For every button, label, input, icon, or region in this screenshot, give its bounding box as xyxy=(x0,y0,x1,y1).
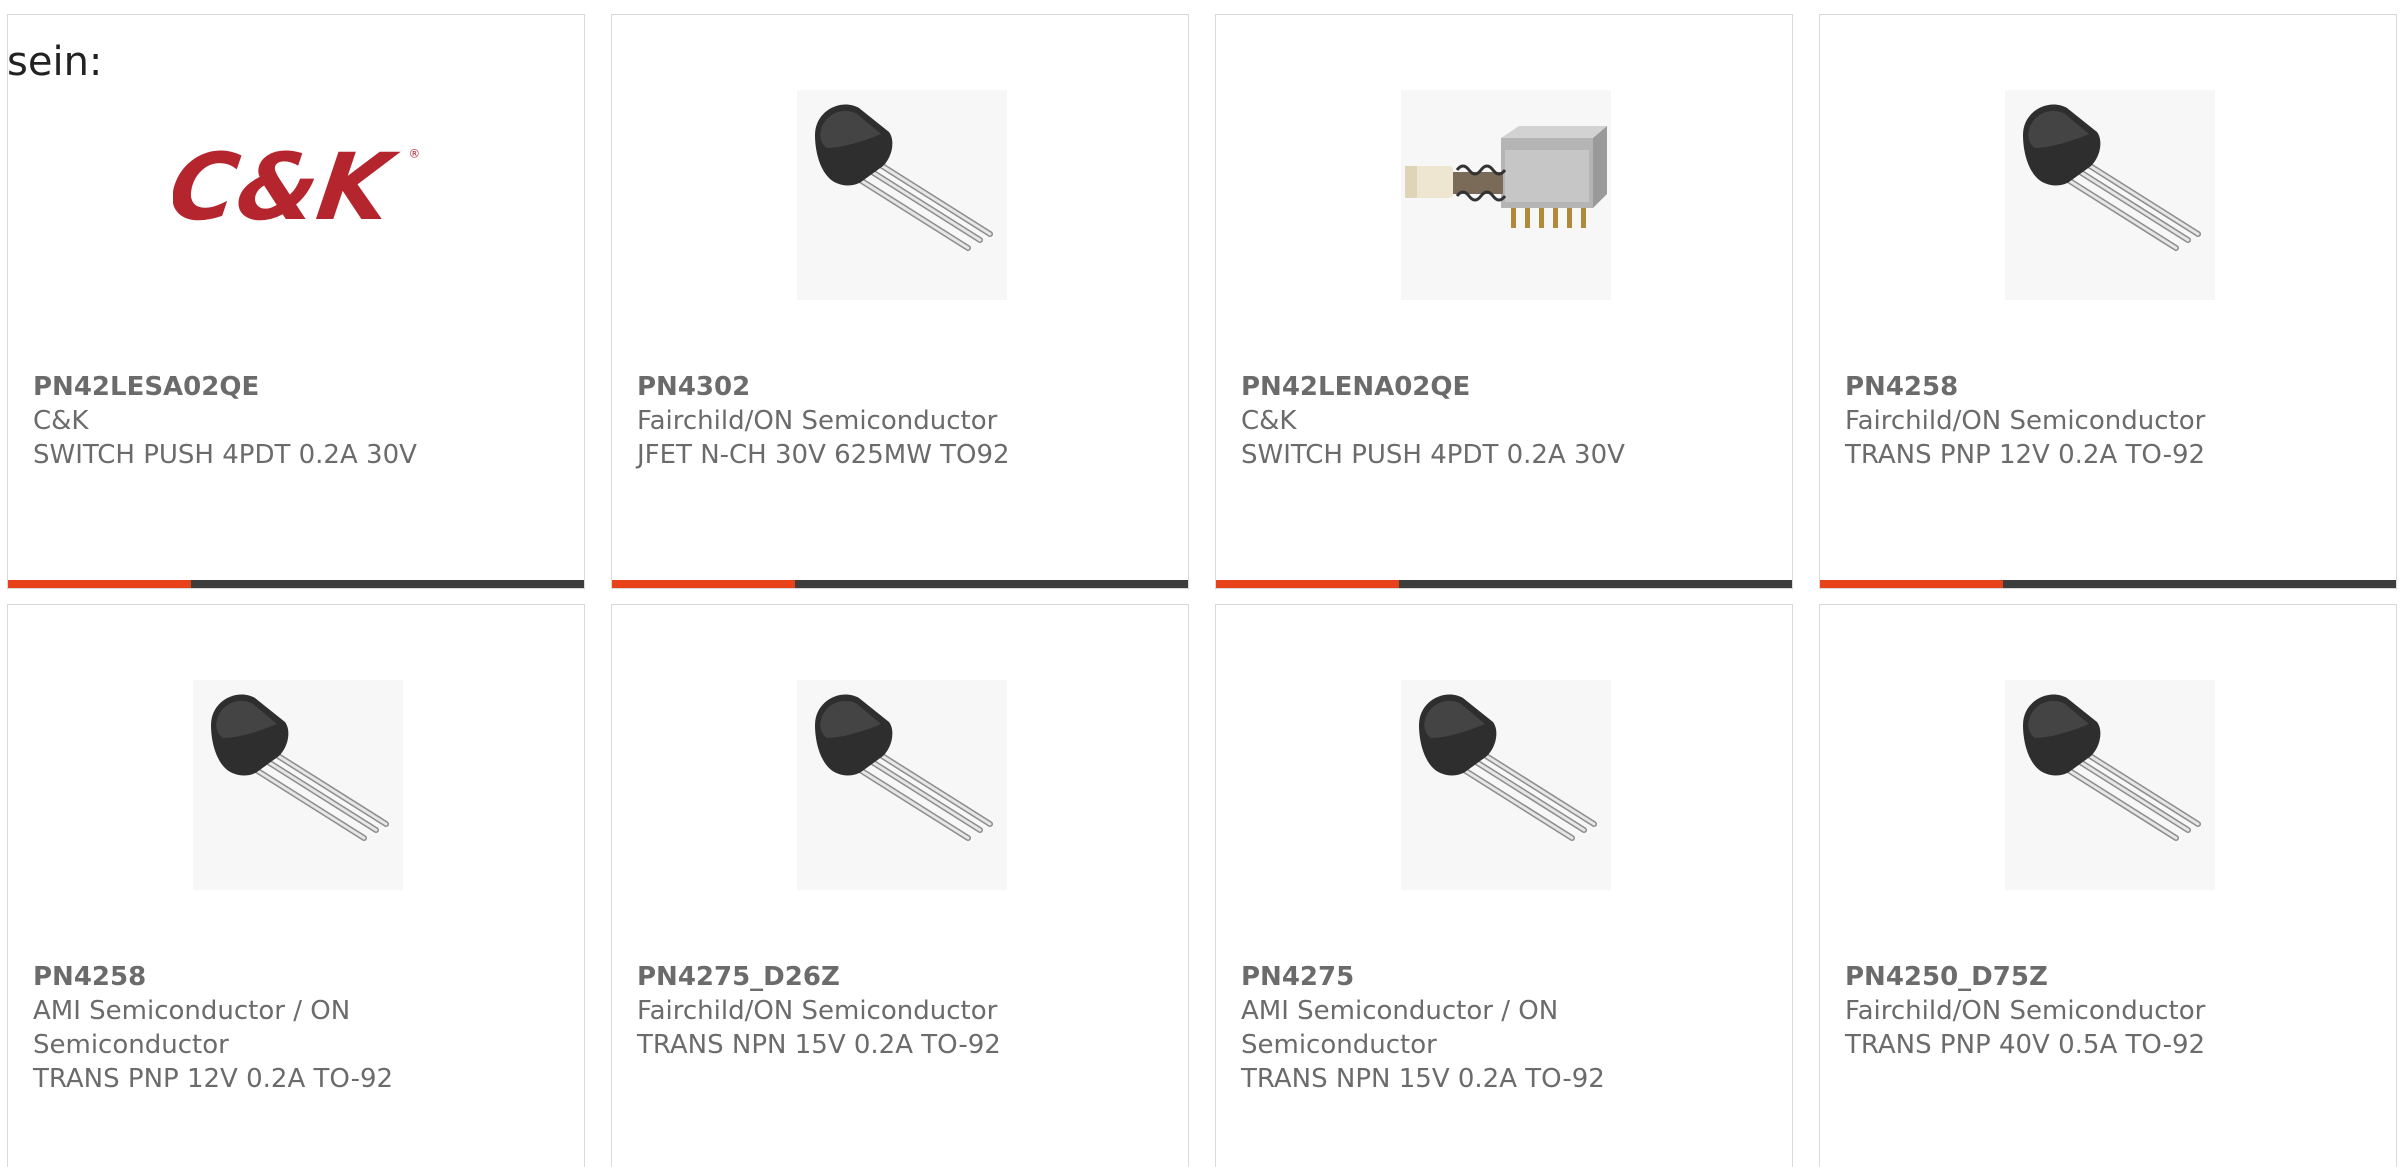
manufacturer: Fairchild/ON Semiconductor xyxy=(1845,996,2206,1026)
part-number[interactable]: PN4275_D26Z xyxy=(637,960,1157,994)
manufacturer: AMI Semiconductor / ON Semiconductor xyxy=(1241,996,1559,1060)
part-number[interactable]: PN42LESA02QE xyxy=(33,370,553,404)
svg-text:C&K: C&K xyxy=(173,133,404,240)
part-number[interactable]: PN4275 xyxy=(1241,960,1761,994)
to92-transistor-image[interactable] xyxy=(193,680,403,890)
product-card[interactable]: PN4258 AMI Semiconductor / ON Semiconduct… xyxy=(7,604,585,1167)
push-switch-image[interactable] xyxy=(1401,90,1611,300)
product-info: PN4275_D26Z Fairchild/ON Semiconductor TRA… xyxy=(637,960,1157,1062)
product-info: PN4258 AMI Semiconductor / ON Semiconduct… xyxy=(33,960,553,1096)
product-card[interactable]: PN4250_D75Z Fairchild/ON Semiconductor TRA… xyxy=(1819,604,2397,1167)
to92-transistor-image[interactable] xyxy=(1401,680,1611,890)
part-number[interactable]: PN4250_D75Z xyxy=(1845,960,2365,994)
description: TRANS NPN 15V 0.2A TO-92 xyxy=(637,1030,1001,1060)
to92-transistor-image[interactable] xyxy=(797,90,1007,300)
card-accent-segment xyxy=(1820,580,2003,588)
product-card[interactable]: C&K ® PN42LESA02QE C&K SWITCH PUSH 4PDT 0.… xyxy=(7,14,585,589)
part-number[interactable]: PN4302 xyxy=(637,370,1157,404)
lead-text: sein: xyxy=(7,39,103,85)
part-number[interactable]: PN4258 xyxy=(1845,370,2365,404)
manufacturer: AMI Semiconductor / ON Semiconductor xyxy=(33,996,351,1060)
card-accent-segment xyxy=(8,580,191,588)
card-accent-bar xyxy=(8,580,584,588)
card-accent-segment xyxy=(1216,580,1399,588)
to92-transistor-image[interactable] xyxy=(2005,90,2215,300)
product-info: PN4258 Fairchild/ON Semiconductor TRANS PN… xyxy=(1845,370,2365,472)
to92-transistor-image[interactable] xyxy=(797,680,1007,890)
product-info: PN4275 AMI Semiconductor / ON Semiconduct… xyxy=(1241,960,1761,1096)
manufacturer: C&K xyxy=(33,406,89,436)
product-info: PN42LESA02QE C&K SWITCH PUSH 4PDT 0.2A 30V xyxy=(33,370,553,472)
card-accent-segment xyxy=(612,580,795,588)
product-card[interactable]: PN4302 Fairchild/ON Semiconductor JFET N-C… xyxy=(611,14,1189,589)
card-accent-bar xyxy=(612,580,1188,588)
ck-logo-image[interactable]: C&K ® xyxy=(173,90,423,300)
description: TRANS NPN 15V 0.2A TO-92 xyxy=(1241,1064,1605,1094)
part-number[interactable]: PN42LENA02QE xyxy=(1241,370,1761,404)
description: SWITCH PUSH 4PDT 0.2A 30V xyxy=(1241,440,1625,470)
description: SWITCH PUSH 4PDT 0.2A 30V xyxy=(33,440,417,470)
product-card[interactable]: PN4275 AMI Semiconductor / ON Semiconduct… xyxy=(1215,604,1793,1167)
product-card[interactable]: PN4275_D26Z Fairchild/ON Semiconductor TRA… xyxy=(611,604,1189,1167)
product-info: PN4250_D75Z Fairchild/ON Semiconductor TRA… xyxy=(1845,960,2365,1062)
product-card[interactable]: PN4258 Fairchild/ON Semiconductor TRANS PN… xyxy=(1819,14,2397,589)
to92-transistor-image[interactable] xyxy=(2005,680,2215,890)
product-info: PN4302 Fairchild/ON Semiconductor JFET N-C… xyxy=(637,370,1157,472)
manufacturer: C&K xyxy=(1241,406,1297,436)
card-accent-bar xyxy=(1820,580,2396,588)
product-grid-page: sein: C&K ® PN42LESA02QE C&K SWITCH PUSH 4… xyxy=(0,0,2400,1167)
description: TRANS PNP 40V 0.5A TO-92 xyxy=(1845,1030,2206,1060)
manufacturer: Fairchild/ON Semiconductor xyxy=(637,996,998,1026)
product-card[interactable]: PN42LENA02QE C&K SWITCH PUSH 4PDT 0.2A 30V xyxy=(1215,14,1793,589)
part-number[interactable]: PN4258 xyxy=(33,960,553,994)
card-accent-bar xyxy=(1216,580,1792,588)
svg-text:®: ® xyxy=(409,147,421,161)
product-info: PN42LENA02QE C&K SWITCH PUSH 4PDT 0.2A 30V xyxy=(1241,370,1761,472)
manufacturer: Fairchild/ON Semiconductor xyxy=(1845,406,2206,436)
manufacturer: Fairchild/ON Semiconductor xyxy=(637,406,998,436)
description: TRANS PNP 12V 0.2A TO-92 xyxy=(33,1064,394,1094)
description: TRANS PNP 12V 0.2A TO-92 xyxy=(1845,440,2206,470)
description: JFET N-CH 30V 625MW TO92 xyxy=(637,440,1010,470)
